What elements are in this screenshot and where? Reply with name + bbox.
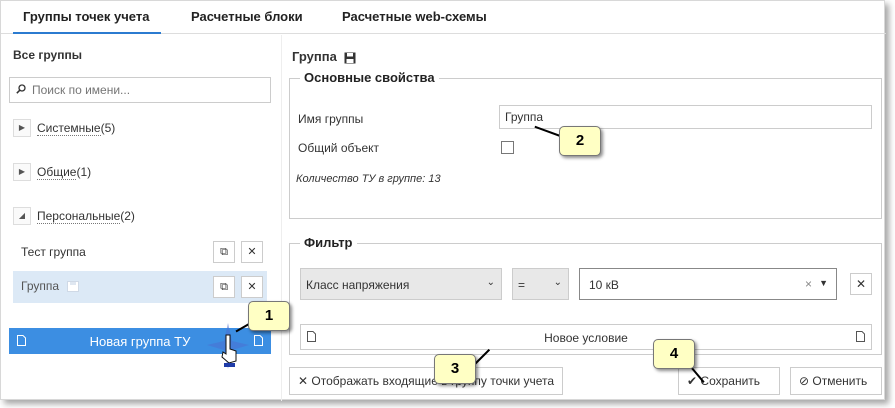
window: Группы точек учета Расчетные блоки Расче… xyxy=(0,0,886,401)
title-text: Группа xyxy=(292,49,337,64)
remove-condition-button[interactable]: ✕ xyxy=(850,273,872,295)
chevron-down-icon: ⌄ xyxy=(553,277,562,288)
tab-calc-blocks[interactable]: Расчетные блоки xyxy=(191,9,303,24)
group-name-label: Имя группы xyxy=(298,112,364,126)
category-count: (1) xyxy=(76,165,92,179)
copy-icon[interactable]: ⧉ xyxy=(213,241,235,263)
document-icon xyxy=(856,331,865,342)
section-legend: Фильтр xyxy=(300,235,357,250)
count-text: Количество ТУ в группе: 13 xyxy=(296,173,441,185)
callout-1: 1 xyxy=(248,301,290,331)
section-legend: Основные свойства xyxy=(300,70,439,85)
chevron-down-icon: ⌄ xyxy=(486,277,495,288)
delete-icon[interactable]: ✕ xyxy=(241,241,263,263)
all-groups-heading: Все группы xyxy=(13,48,82,62)
tab-bar: Группы точек учета Расчетные блоки Расче… xyxy=(1,1,886,34)
category-name[interactable]: Персональные xyxy=(37,209,121,224)
group-row-selected[interactable]: Группа ⧉ ✕ xyxy=(13,271,267,303)
delete-icon[interactable]: ✕ xyxy=(241,276,263,298)
category-name[interactable]: Системные xyxy=(37,121,101,136)
button-label: Сохранить xyxy=(700,374,761,388)
collapse-icon[interactable]: ◢ xyxy=(13,207,31,225)
select-value: = xyxy=(518,278,526,292)
search-input[interactable] xyxy=(30,81,265,99)
group-row-test[interactable]: Тест группа ⧉ ✕ xyxy=(13,237,267,267)
category-count: (2) xyxy=(120,209,135,223)
cursor-icon xyxy=(207,323,249,369)
callout-3: 3 xyxy=(434,354,476,384)
new-condition-button[interactable]: Новое условие xyxy=(300,324,872,350)
clear-icon[interactable]: × xyxy=(805,277,812,291)
callout-4: 4 xyxy=(653,339,695,369)
category-system[interactable]: ▶ Системные(5) xyxy=(13,117,273,139)
group-name: Тест группа xyxy=(21,245,86,259)
expand-icon[interactable]: ▶ xyxy=(13,163,31,181)
group-name-input[interactable]: Группа xyxy=(499,105,872,129)
filter-section: Фильтр Класс напряжения ⌄ = ⌄ 10 кВ × ▼ … xyxy=(289,235,882,355)
page-title: Группа xyxy=(292,49,356,64)
tab-web-schemes[interactable]: Расчетные web-схемы xyxy=(342,9,487,24)
save-icon xyxy=(67,281,79,292)
tab-metering-groups[interactable]: Группы точек учета xyxy=(13,9,162,34)
callout-2: 2 xyxy=(559,126,601,156)
category-name[interactable]: Общие xyxy=(37,165,77,180)
select-value: 10 кВ xyxy=(589,278,619,292)
filter-value-select[interactable]: 10 кВ × ▼ xyxy=(579,268,837,300)
category-common[interactable]: ▶ Общие(1) xyxy=(13,161,273,183)
shared-object-checkbox[interactable] xyxy=(501,141,514,154)
search-icon xyxy=(16,84,26,94)
shared-object-label: Общий объект xyxy=(298,141,380,155)
filter-field-select[interactable]: Класс напряжения ⌄ xyxy=(300,268,502,300)
copy-icon[interactable]: ⧉ xyxy=(213,276,235,298)
search-box[interactable] xyxy=(9,77,271,103)
button-label: Отменить xyxy=(812,374,868,388)
group-name: Группа xyxy=(21,279,60,293)
button-label: Отображать входящие в группу точки учета xyxy=(311,374,555,388)
category-count: (5) xyxy=(100,121,116,135)
category-personal[interactable]: ◢ Персональные(2) xyxy=(13,205,273,227)
document-icon xyxy=(254,335,263,346)
cancel-icon: ⊘ xyxy=(799,374,810,388)
new-condition-label: Новое условие xyxy=(544,331,628,345)
cancel-button[interactable]: ⊘ Отменить xyxy=(790,367,882,395)
close-icon: ✕ xyxy=(298,374,309,388)
expand-icon[interactable]: ▶ xyxy=(13,119,31,137)
check-icon: ✔ xyxy=(687,374,698,388)
select-value: Класс напряжения xyxy=(306,278,410,292)
save-icon[interactable] xyxy=(344,52,356,64)
dropdown-icon[interactable]: ▼ xyxy=(819,278,828,288)
filter-operator-select[interactable]: = ⌄ xyxy=(512,268,569,300)
show-incoming-button[interactable]: ✕ Отображать входящие в группу точки уче… xyxy=(289,367,564,395)
group-details-panel: Группа Основные свойства Имя группы Груп… xyxy=(281,35,886,401)
